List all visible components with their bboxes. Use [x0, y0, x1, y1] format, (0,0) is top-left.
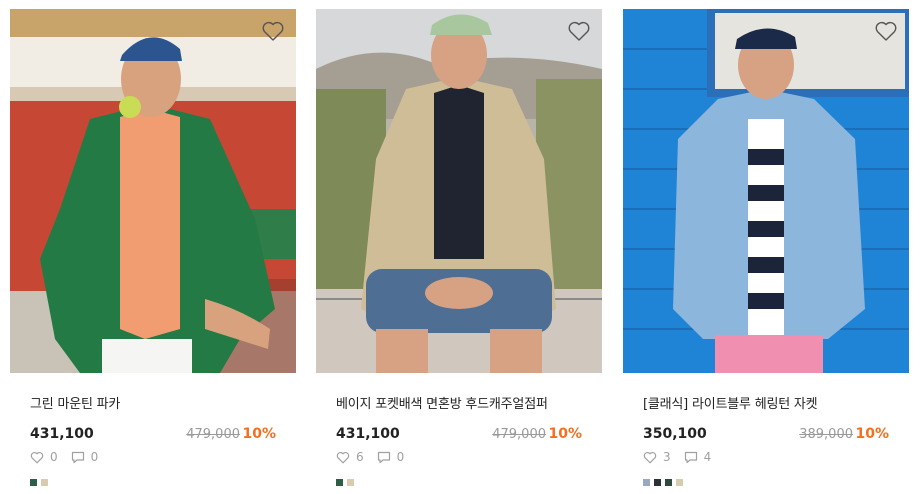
product-image[interactable]	[623, 9, 909, 373]
original-price: 389,000	[799, 427, 853, 442]
color-swatch[interactable]	[654, 479, 661, 486]
original-price: 479,000	[186, 427, 240, 442]
like-count[interactable]: 6	[336, 450, 364, 464]
like-count-value: 3	[663, 450, 671, 464]
wishlist-heart-icon[interactable]	[261, 20, 285, 42]
wishlist-heart-icon[interactable]	[874, 20, 898, 42]
like-count[interactable]: 3	[643, 450, 671, 464]
like-count-value: 0	[50, 450, 58, 464]
color-swatches	[643, 479, 687, 486]
wishlist-heart-icon[interactable]	[567, 20, 591, 42]
product-card[interactable]: 그린 마운틴 파카 431,100 479,000 10% 0 0	[10, 9, 296, 489]
color-swatch[interactable]	[347, 479, 354, 486]
review-count[interactable]: 0	[71, 450, 99, 464]
color-swatches	[30, 479, 52, 486]
product-grid: 그린 마운틴 파카 431,100 479,000 10% 0 0 베이지 포켓…	[0, 0, 924, 494]
discount-rate: 10%	[242, 426, 276, 442]
price-row: 431,100 479,000 10%	[336, 425, 582, 445]
like-count[interactable]: 0	[30, 450, 58, 464]
color-swatch[interactable]	[41, 479, 48, 486]
sale-price: 431,100	[30, 426, 94, 442]
color-swatch[interactable]	[665, 479, 672, 486]
heart-outline-icon	[643, 451, 657, 464]
product-name[interactable]: 그린 마운틴 파카	[30, 393, 120, 412]
sale-price: 431,100	[336, 426, 400, 442]
price-row: 350,100 389,000 10%	[643, 425, 889, 445]
color-swatch[interactable]	[336, 479, 343, 486]
heart-outline-icon	[336, 451, 350, 464]
discount-rate: 10%	[855, 426, 889, 442]
review-count-value: 0	[396, 450, 405, 464]
product-stats: 3 4	[643, 449, 724, 465]
product-name[interactable]: [클래식] 라이트블루 헤링턴 자켓	[643, 393, 818, 412]
product-photo-beige-jacket	[316, 9, 602, 373]
product-stats: 0 0	[30, 449, 111, 465]
color-swatch[interactable]	[30, 479, 37, 486]
review-count[interactable]: 0	[377, 450, 405, 464]
product-card[interactable]: 베이지 포켓배색 면혼방 후드캐주얼점퍼 431,100 479,000 10%…	[316, 9, 602, 489]
original-price: 479,000	[492, 427, 546, 442]
speech-bubble-icon	[71, 451, 84, 463]
review-count-value: 4	[703, 450, 712, 464]
product-image[interactable]	[316, 9, 602, 373]
speech-bubble-icon	[684, 451, 697, 463]
product-stats: 6 0	[336, 449, 417, 465]
discount-rate: 10%	[548, 426, 582, 442]
product-card[interactable]: [클래식] 라이트블루 헤링턴 자켓 350,100 389,000 10% 3…	[623, 9, 909, 489]
price-row: 431,100 479,000 10%	[30, 425, 276, 445]
review-count-value: 0	[90, 450, 99, 464]
product-name[interactable]: 베이지 포켓배색 면혼방 후드캐주얼점퍼	[336, 393, 548, 412]
color-swatches	[336, 479, 358, 486]
color-swatch[interactable]	[643, 479, 650, 486]
sale-price: 350,100	[643, 426, 707, 442]
product-image[interactable]	[10, 9, 296, 373]
like-count-value: 6	[356, 450, 364, 464]
heart-outline-icon	[30, 451, 44, 464]
product-photo-green-parka	[10, 9, 296, 373]
review-count[interactable]: 4	[684, 450, 712, 464]
product-photo-harrington-jacket	[623, 9, 909, 373]
speech-bubble-icon	[377, 451, 390, 463]
color-swatch[interactable]	[676, 479, 683, 486]
